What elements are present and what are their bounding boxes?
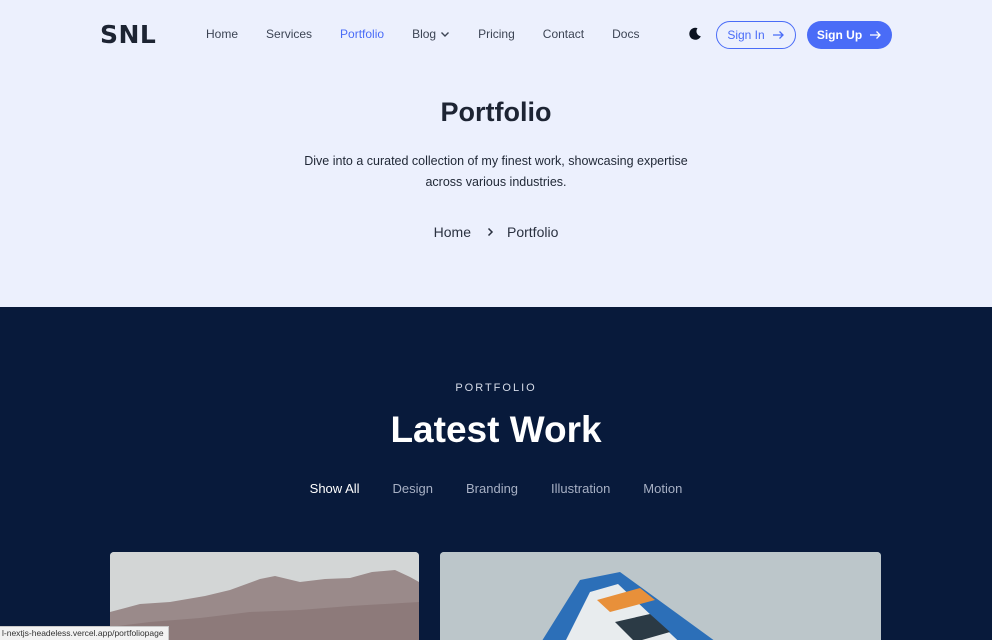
filter-illustration[interactable]: Illustration [551,481,610,496]
nav-contact-label: Contact [542,27,585,41]
breadcrumb-home[interactable]: Home [434,224,471,240]
breadcrumb-current: Portfolio [507,224,559,240]
arrow-right-icon [772,31,784,39]
nav-pricing[interactable]: Pricing [478,27,515,41]
portfolio-section: PORTFOLIO Latest Work Show All Design Br… [0,307,992,640]
site-header: SNL Home Services Portfolio Blog Pricing… [0,0,992,70]
sign-in-button[interactable]: Sign In [716,21,796,49]
page-title: Portfolio [440,97,552,127]
sign-in-label: Sign In [727,28,765,42]
sign-up-button[interactable]: Sign Up [807,21,892,49]
browser-status-url: l-nextjs-headeless.vercel.app/portfoliop… [0,626,169,640]
chevron-right-icon [487,227,494,237]
nav-services[interactable]: Services [266,27,312,41]
portfolio-filters: Show All Design Branding Illustration Mo… [0,481,992,496]
nav-home-label: Home [206,27,239,41]
stationery-image [440,552,881,640]
nav-docs[interactable]: Docs [612,27,639,41]
moon-icon[interactable] [688,27,702,41]
filter-show-all[interactable]: Show All [310,481,360,496]
breadcrumb: Home Portfolio [0,224,992,240]
chevron-down-icon [441,32,450,37]
nav-docs-label: Docs [612,27,640,41]
arrow-right-icon [870,31,882,39]
nav-services-label: Services [266,27,313,41]
section-eyebrow: PORTFOLIO [455,382,537,394]
nav-portfolio[interactable]: Portfolio [340,27,384,41]
site-logo[interactable]: SNL [100,20,156,49]
nav-contact[interactable]: Contact [543,27,584,41]
section-title: Latest Work [390,409,602,450]
main-nav: Home Services Portfolio Blog Pricing Con… [206,27,667,41]
nav-blog-label: Blog [412,27,437,41]
nav-portfolio-label: Portfolio [340,27,385,41]
nav-blog[interactable]: Blog [412,27,450,41]
filter-design[interactable]: Design [393,481,433,496]
nav-home[interactable]: Home [206,27,238,41]
nav-pricing-label: Pricing [478,27,515,41]
page-description: Dive into a curated collection of my fin… [304,154,688,189]
sign-up-label: Sign Up [816,28,863,42]
portfolio-item-image[interactable] [440,552,881,640]
filter-branding[interactable]: Branding [466,481,518,496]
filter-motion[interactable]: Motion [643,481,682,496]
